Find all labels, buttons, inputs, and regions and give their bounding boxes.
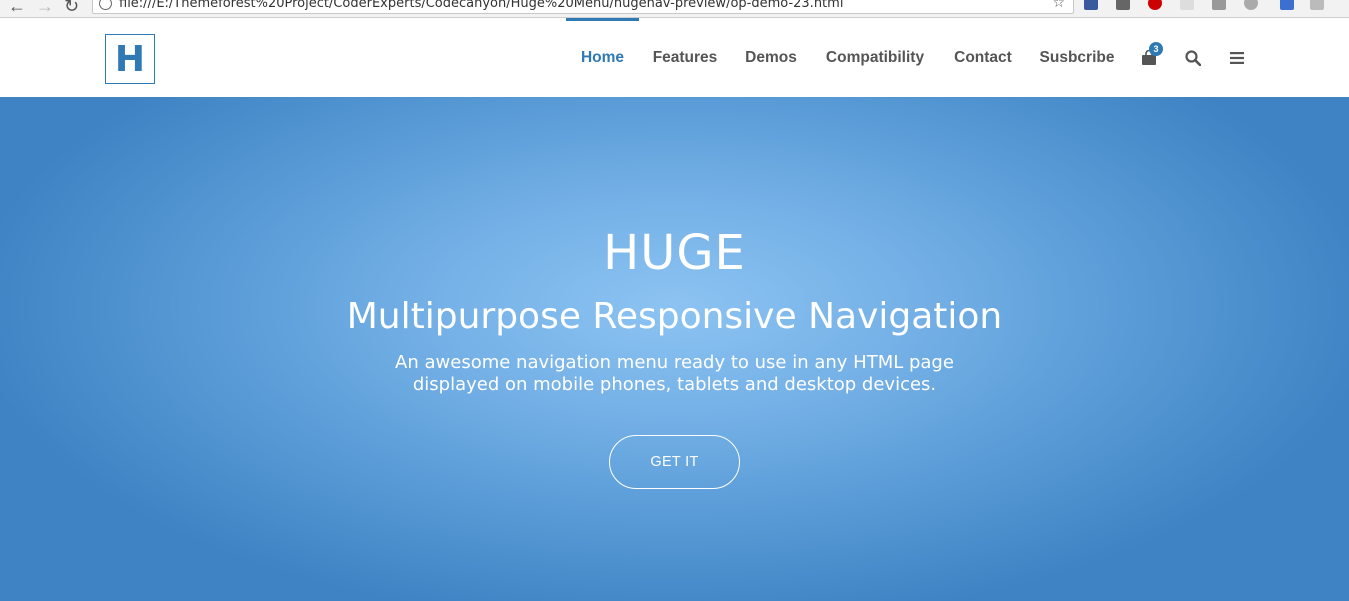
cart-button[interactable]: 3 bbox=[1136, 18, 1163, 97]
address-bar[interactable]: file:///E:/Themeforest%20Project/CoderEx… bbox=[92, 0, 1074, 14]
adblock-icon[interactable] bbox=[1148, 0, 1162, 10]
info-icon[interactable] bbox=[99, 0, 112, 10]
site-header: H Home Features Demos Compatibility Cont… bbox=[0, 18, 1349, 97]
hero-section: HUGE Multipurpose Responsive Navigation … bbox=[0, 97, 1349, 601]
cart-count-badge: 3 bbox=[1149, 42, 1163, 56]
nav-item-compatibility[interactable]: Compatibility bbox=[822, 18, 928, 97]
nav-item-label: Compatibility bbox=[825, 48, 925, 66]
nav-item-contact[interactable]: Contact bbox=[950, 18, 1016, 97]
logo-letter: H bbox=[114, 38, 146, 80]
hamburger-menu-icon bbox=[1230, 51, 1244, 64]
extension-icon[interactable] bbox=[1280, 0, 1294, 10]
reload-icon[interactable]: ↻ bbox=[64, 0, 79, 17]
search-icon bbox=[1185, 49, 1201, 66]
get-it-button-label: GET IT bbox=[650, 454, 699, 470]
browser-toolbar: ← → ↻ file:///E:/Themeforest%20Project/C… bbox=[0, 0, 1349, 18]
get-it-button[interactable]: GET IT bbox=[609, 435, 740, 489]
nav-item-demos[interactable]: Demos bbox=[742, 18, 800, 97]
nav-item-label: Home bbox=[580, 48, 625, 66]
extension-icon[interactable] bbox=[1084, 0, 1098, 10]
forward-arrow-icon[interactable]: → bbox=[36, 0, 54, 17]
nav-item-home[interactable]: Home bbox=[566, 18, 639, 97]
nav-item-features[interactable]: Features bbox=[648, 18, 722, 97]
search-button[interactable] bbox=[1182, 18, 1204, 97]
hero-title: HUGE bbox=[603, 225, 746, 281]
extension-icon[interactable] bbox=[1310, 0, 1324, 10]
menu-toggle-button[interactable] bbox=[1226, 18, 1248, 97]
hero-description: An awesome navigation menu ready to use … bbox=[395, 352, 954, 395]
address-bar-text: file:///E:/Themeforest%20Project/CoderEx… bbox=[119, 0, 844, 11]
nav-item-label: Susbcribe bbox=[1039, 48, 1115, 66]
nav-item-subscribe[interactable]: Susbcribe bbox=[1038, 18, 1116, 97]
bookmark-star-icon[interactable]: ☆ bbox=[1052, 0, 1065, 11]
extension-icon[interactable] bbox=[1116, 0, 1130, 10]
extension-icon[interactable] bbox=[1180, 0, 1194, 10]
nav-item-label: Features bbox=[652, 48, 718, 66]
logo[interactable]: H bbox=[105, 34, 155, 84]
nav-item-label: Contact bbox=[954, 48, 1012, 66]
nav-item-label: Demos bbox=[745, 48, 797, 66]
extension-icon[interactable] bbox=[1212, 0, 1226, 10]
back-arrow-icon[interactable]: ← bbox=[8, 0, 26, 17]
extension-icon[interactable] bbox=[1244, 0, 1258, 10]
hero-subtitle: Multipurpose Responsive Navigation bbox=[346, 296, 1003, 337]
